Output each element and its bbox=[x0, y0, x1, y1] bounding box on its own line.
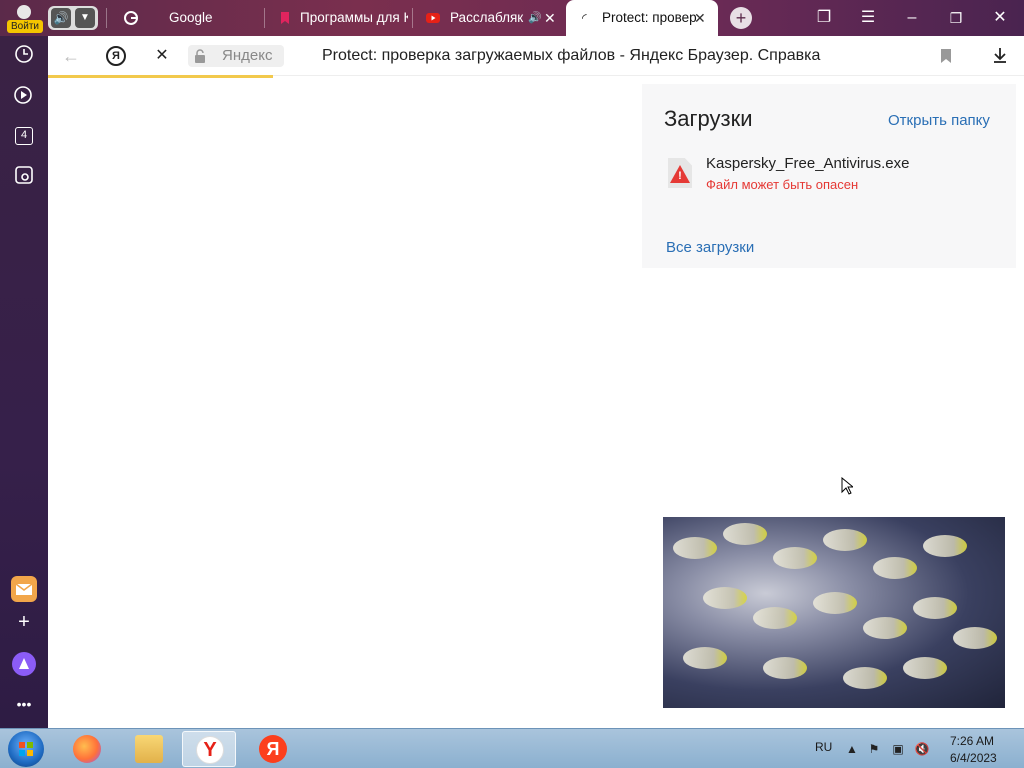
windows-start-button[interactable] bbox=[8, 731, 44, 767]
volume-muted-icon[interactable]: 🔇 bbox=[914, 741, 930, 757]
fish-image bbox=[953, 627, 997, 649]
fish-image bbox=[763, 657, 807, 679]
tab-divider bbox=[106, 8, 107, 28]
history-icon[interactable] bbox=[12, 44, 36, 68]
page-loading-progress bbox=[48, 75, 273, 78]
explorer-taskbar-button[interactable] bbox=[122, 731, 176, 767]
fish-image bbox=[913, 597, 957, 619]
media-play-icon[interactable] bbox=[12, 84, 36, 108]
collections-icon[interactable]: ❐ bbox=[814, 8, 834, 28]
screenshot-icon[interactable] bbox=[12, 164, 36, 188]
clock-date[interactable]: 6/4/2023 bbox=[950, 751, 997, 765]
loading-spinner-icon: ◜ bbox=[582, 11, 587, 25]
speaker-icon[interactable]: 🔊 bbox=[528, 0, 542, 36]
tab-protect-active[interactable]: ◜ Protect: провер ✕ bbox=[566, 0, 718, 36]
video-thumbnail[interactable] bbox=[663, 517, 1005, 708]
tab-title: Protect: провер bbox=[602, 10, 697, 25]
add-panel-icon[interactable]: + bbox=[12, 610, 36, 634]
action-center-flag-icon[interactable]: ⚑ bbox=[866, 741, 882, 757]
close-tab-icon[interactable]: ✕ bbox=[694, 0, 706, 36]
unlock-icon bbox=[195, 49, 205, 63]
login-button[interactable]: Войти bbox=[6, 3, 43, 33]
close-window-icon[interactable]: ✕ bbox=[990, 8, 1010, 28]
show-hidden-icons-icon[interactable]: ▲ bbox=[844, 741, 860, 757]
downloads-panel: Загрузки Открыть папку ! Kaspersky_Free_… bbox=[642, 84, 1016, 268]
download-warning-text: Файл может быть опасен bbox=[706, 177, 859, 192]
yandex-browser-icon: Y bbox=[196, 736, 224, 764]
bookmark-icon[interactable] bbox=[940, 48, 952, 64]
fish-image bbox=[753, 607, 797, 629]
mail-icon[interactable] bbox=[11, 576, 37, 602]
tab-google[interactable]: Google bbox=[114, 0, 260, 36]
dangerous-file-icon[interactable]: ! bbox=[668, 158, 692, 188]
omnibar: ← Я ✕ Яндекс Protect: проверка загружаем… bbox=[48, 36, 1024, 76]
login-label: Войти bbox=[7, 20, 43, 33]
tabs-count-icon[interactable]: 4 bbox=[12, 124, 36, 148]
close-tab-icon[interactable]: ✕ bbox=[544, 0, 556, 36]
warning-icon: ! bbox=[670, 165, 690, 183]
download-icon[interactable] bbox=[990, 46, 1010, 66]
yandex-browser-taskbar-button[interactable]: Y bbox=[182, 731, 236, 767]
downloads-title: Загрузки bbox=[664, 106, 753, 131]
more-icon[interactable]: ••• bbox=[12, 692, 36, 716]
language-indicator[interactable]: RU bbox=[815, 740, 832, 754]
fish-image bbox=[823, 529, 867, 551]
fish-image bbox=[903, 657, 947, 679]
page-title[interactable]: Protect: проверка загружаемых файлов - Я… bbox=[322, 36, 820, 76]
google-icon bbox=[124, 11, 138, 25]
fish-image bbox=[873, 557, 917, 579]
clock-time[interactable]: 7:26 AM bbox=[950, 734, 994, 748]
bookmark-red-icon bbox=[281, 12, 289, 24]
site-identity-chip[interactable]: Яндекс bbox=[188, 45, 284, 67]
fish-image bbox=[843, 667, 887, 689]
tab-title: Google bbox=[169, 10, 213, 25]
yandex-home-button[interactable]: Я bbox=[106, 46, 126, 66]
open-folder-link[interactable]: Открыть папку bbox=[888, 112, 990, 129]
stop-loading-icon[interactable]: ✕ bbox=[152, 46, 172, 66]
yandex-taskbar-button[interactable]: Я bbox=[246, 731, 300, 767]
restore-icon[interactable]: ❐ bbox=[946, 8, 966, 28]
sound-tabs-group[interactable]: 🔊 ▼ bbox=[48, 6, 98, 30]
tab-programs[interactable]: Программы для К bbox=[272, 0, 408, 36]
all-downloads-link[interactable]: Все загрузки bbox=[666, 239, 754, 256]
menu-icon[interactable]: ☰ bbox=[858, 8, 878, 28]
user-avatar-icon bbox=[17, 5, 31, 19]
download-file-name[interactable]: Kaspersky_Free_Antivirus.exe bbox=[706, 155, 909, 172]
tab-title: Программы для К bbox=[300, 10, 408, 25]
youtube-icon bbox=[426, 13, 440, 23]
fish-image bbox=[773, 547, 817, 569]
speaker-icon[interactable]: 🔊 bbox=[51, 8, 71, 28]
fish-image bbox=[923, 535, 967, 557]
browser-content: ← Я ✕ Яндекс Protect: проверка загружаем… bbox=[48, 36, 1024, 728]
tab-title: Расслабляк bbox=[450, 10, 524, 25]
fish-image bbox=[703, 587, 747, 609]
fish-image bbox=[863, 617, 907, 639]
taskbar: Y Я RU ▲ ⚑ ▣ 🔇 7:26 AM 6/4/2023 bbox=[0, 728, 1024, 768]
minimize-icon[interactable]: – bbox=[902, 8, 922, 28]
fish-image bbox=[813, 592, 857, 614]
chevron-down-icon[interactable]: ▼ bbox=[75, 8, 95, 28]
firefox-taskbar-button[interactable] bbox=[60, 731, 114, 767]
tab-relax-video[interactable]: Расслабляк 🔊 ✕ bbox=[420, 0, 562, 36]
back-arrow-icon[interactable]: ← bbox=[62, 46, 82, 66]
sidebar: 4 + ••• bbox=[0, 36, 48, 728]
new-tab-button[interactable]: + bbox=[730, 7, 752, 29]
folder-icon bbox=[135, 735, 163, 763]
fish-image bbox=[723, 523, 767, 545]
fish-image bbox=[683, 647, 727, 669]
yandex-icon: Я bbox=[259, 735, 287, 763]
network-icon[interactable]: ▣ bbox=[890, 741, 906, 757]
tab-divider bbox=[412, 8, 413, 28]
fish-image bbox=[673, 537, 717, 559]
tab-divider bbox=[264, 8, 265, 28]
tab-strip: Войти 🔊 ▼ Google Программы для К Расслаб… bbox=[0, 0, 1024, 36]
alice-assistant-icon[interactable] bbox=[12, 652, 36, 676]
mouse-cursor-icon bbox=[841, 477, 853, 495]
firefox-icon bbox=[73, 735, 101, 763]
site-name: Яндекс bbox=[222, 47, 273, 64]
tabs-count-badge: 4 bbox=[15, 127, 33, 145]
